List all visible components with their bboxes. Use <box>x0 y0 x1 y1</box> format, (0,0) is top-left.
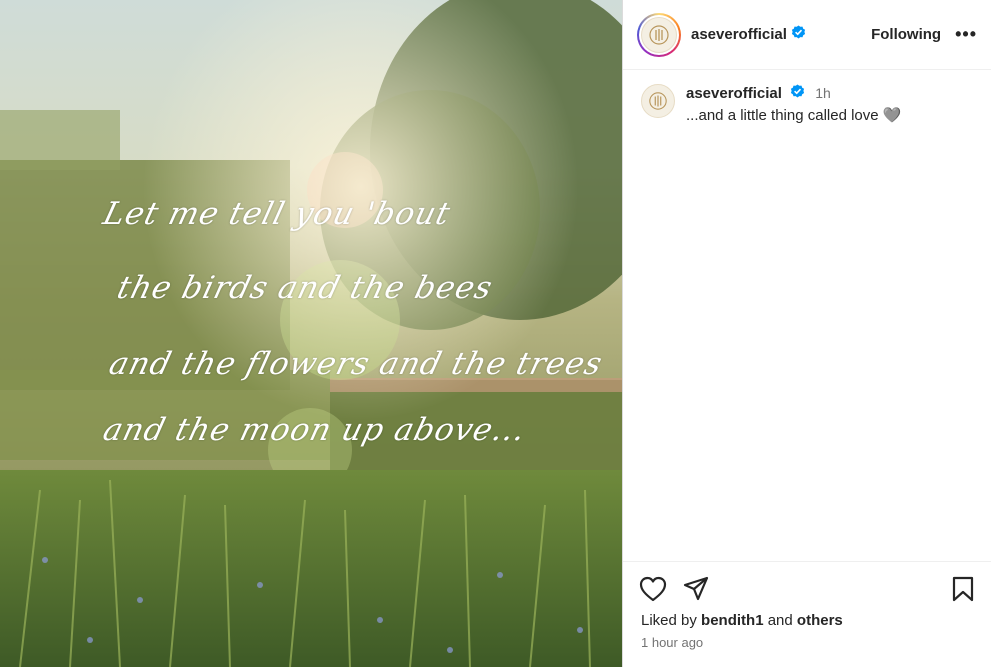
story-ring-avatar[interactable] <box>637 12 681 57</box>
post-image[interactable]: Let me tell you 'bout the birds and the … <box>0 0 622 667</box>
following-button[interactable]: Following <box>871 26 941 43</box>
more-icon[interactable]: ••• <box>955 24 977 45</box>
garden-photo <box>0 0 622 667</box>
caption: aseverofficial 1h ...and a little thing … <box>623 70 991 126</box>
posted-time[interactable]: 1 hour ago <box>623 629 991 650</box>
verified-badge-icon <box>791 25 806 45</box>
caption-avatar[interactable] <box>641 84 675 118</box>
caption-time[interactable]: 1h <box>815 85 831 101</box>
heart-emoji: 🩶 <box>882 107 902 125</box>
actions-bar <box>623 562 991 602</box>
post-side-panel: aseverofficial Following ••• aseveroffic… <box>622 0 991 667</box>
brand-logo-icon <box>649 24 669 45</box>
avatar <box>641 16 677 53</box>
bookmark-icon[interactable] <box>951 576 975 602</box>
caption-username[interactable]: aseverofficial <box>686 85 782 102</box>
share-icon[interactable] <box>683 576 709 602</box>
post-viewer: Let me tell you 'bout the birds and the … <box>0 0 991 667</box>
header-username[interactable]: aseverofficial <box>691 26 787 43</box>
verified-badge-icon <box>790 84 805 104</box>
caption-text: ...and a little thing called love <box>686 107 879 125</box>
brand-logo-icon <box>649 92 667 110</box>
likes-and: and <box>767 612 793 629</box>
likes-summary: Liked by bendith1 and others <box>623 602 991 629</box>
liked-by-others[interactable]: others <box>797 612 843 629</box>
likes-prefix: Liked by <box>641 612 697 629</box>
heart-icon[interactable] <box>639 576 667 602</box>
post-header: aseverofficial Following ••• <box>623 0 991 70</box>
liked-by-user[interactable]: bendith1 <box>701 612 764 629</box>
post-actions-area: Liked by bendith1 and others 1 hour ago <box>623 561 991 667</box>
caption-body: aseverofficial 1h ...and a little thing … <box>686 84 901 126</box>
